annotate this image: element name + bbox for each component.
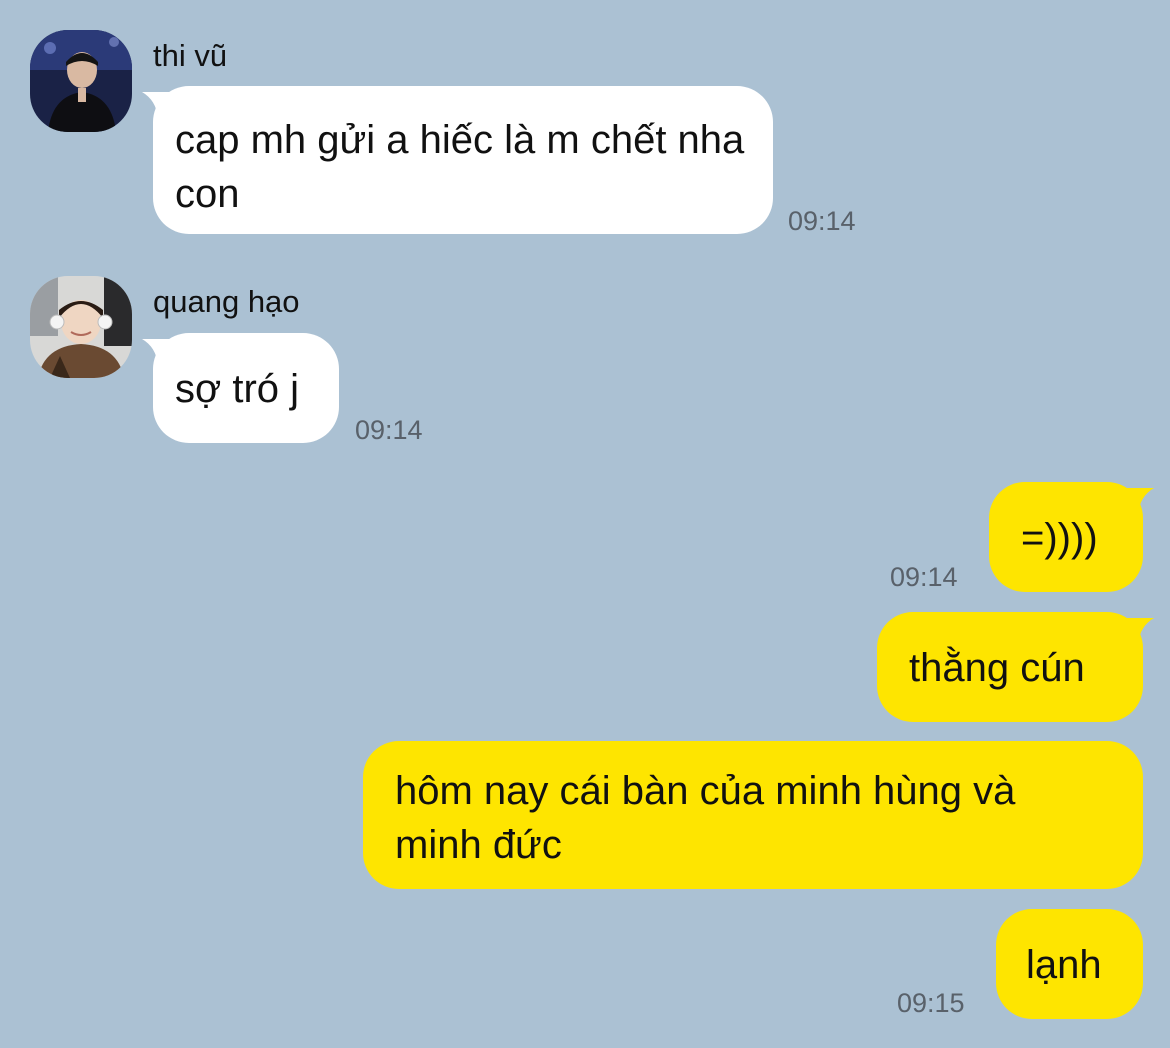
profile-photo-icon bbox=[30, 30, 132, 132]
bubble-tail bbox=[1124, 488, 1154, 514]
message-bubble-outgoing[interactable]: lạnh bbox=[996, 909, 1143, 1019]
message-bubble-incoming[interactable]: cap mh gửi a hiếc là m chết nha con bbox=[153, 86, 773, 234]
message-bubble-incoming[interactable]: sợ tró j bbox=[153, 333, 339, 443]
message-timestamp: 09:14 bbox=[355, 415, 423, 445]
message-bubble-outgoing[interactable]: thằng cún bbox=[877, 612, 1143, 722]
message-text: thằng cún bbox=[909, 646, 1085, 690]
message-timestamp: 09:14 bbox=[788, 206, 856, 236]
sender-name: quang hạo bbox=[153, 284, 300, 319]
message-bubble-outgoing[interactable]: hôm nay cái bàn của minh hùng và minh đứ… bbox=[363, 741, 1143, 889]
message-timestamp: 09:15 bbox=[897, 988, 965, 1018]
bubble-tail bbox=[1124, 618, 1154, 644]
profile-photo-icon bbox=[30, 276, 132, 378]
avatar-thi-vu[interactable] bbox=[30, 30, 132, 132]
message-timestamp: 09:14 bbox=[890, 562, 958, 592]
sender-name: thi vũ bbox=[153, 38, 228, 73]
avatar-quang-hao[interactable] bbox=[30, 276, 132, 378]
message-bubble-outgoing[interactable]: =)))) bbox=[989, 482, 1143, 592]
message-text: sợ tró j bbox=[175, 367, 300, 411]
message-text: lạnh bbox=[1026, 943, 1102, 987]
message-text: =)))) bbox=[1021, 516, 1098, 560]
message-text: hôm nay cái bàn của minh hùng và minh đứ… bbox=[395, 769, 1016, 867]
message-text: cap mh gửi a hiếc là m chết nha con bbox=[175, 118, 745, 216]
